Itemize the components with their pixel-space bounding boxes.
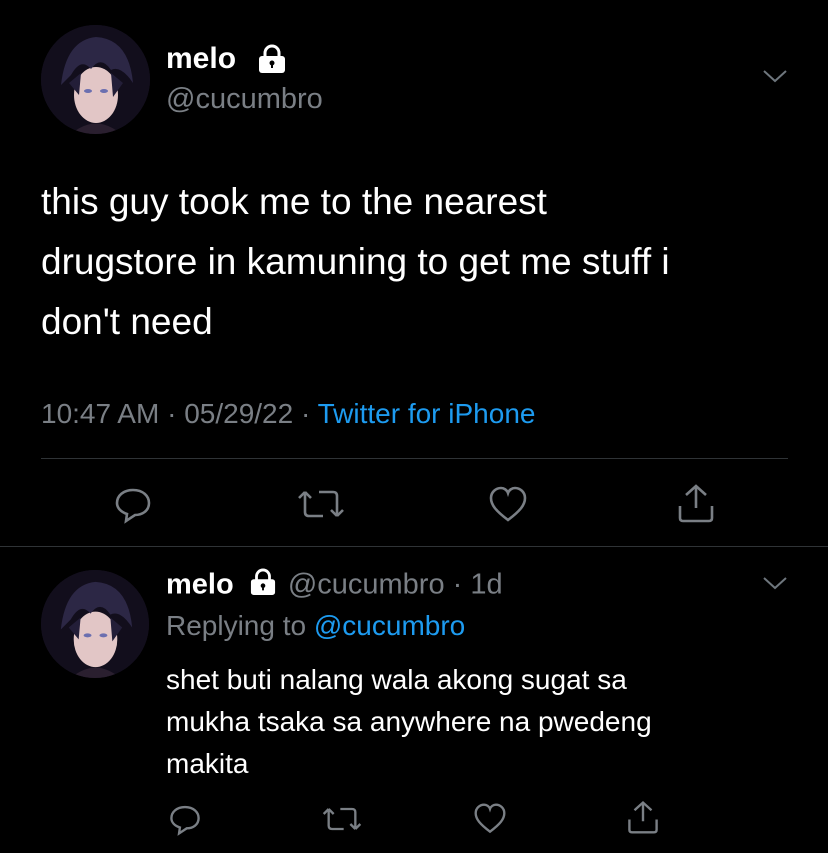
heart-icon[interactable] — [488, 486, 528, 524]
tweet-text-line: this guy took me to the nearest — [41, 181, 547, 222]
lock-icon — [258, 44, 286, 79]
reply-text-line: mukha tsaka sa anywhere na pwedeng — [166, 706, 652, 737]
replying-to-handle[interactable]: @cucumbro — [314, 610, 465, 641]
reply-text-line: makita — [166, 748, 249, 779]
reply-icon[interactable] — [168, 802, 202, 836]
tweet-date: 05/29/22 — [184, 398, 294, 429]
reply-header: melo @cucumbro · 1d — [166, 568, 503, 604]
reply-icon[interactable] — [113, 484, 153, 524]
meta-separator: · — [167, 398, 177, 429]
divider — [41, 458, 788, 459]
retweet-icon[interactable] — [322, 804, 362, 834]
tweet-source-link[interactable]: Twitter for iPhone — [318, 398, 536, 429]
tweet-time: 10:47 AM — [41, 398, 160, 429]
meta-separator: · — [452, 568, 463, 601]
tweet-separator — [0, 546, 828, 547]
reply-text-line: shet buti nalang wala akong sugat sa — [166, 664, 627, 695]
share-icon[interactable] — [676, 482, 716, 524]
avatar[interactable] — [41, 570, 149, 678]
author-handle[interactable]: @cucumbro — [288, 569, 445, 601]
replying-to: Replying to @cucumbro — [166, 610, 465, 642]
tweet-text-line: drugstore in kamuning to get me stuff i — [41, 241, 670, 282]
meta-separator: · — [300, 398, 311, 429]
tweet-text: this guy took me to the nearest drugstor… — [41, 172, 811, 352]
reply-text: shet buti nalang wala akong sugat sa muk… — [166, 659, 806, 785]
retweet-icon[interactable] — [297, 486, 345, 522]
heart-icon[interactable] — [473, 803, 507, 835]
tweet-text-line: don't need — [41, 301, 213, 342]
tweet-meta: 10:47 AM · 05/29/22 · Twitter for iPhone — [41, 398, 535, 430]
author-name[interactable]: melo — [166, 42, 236, 76]
replying-to-label: Replying to — [166, 610, 307, 641]
author-handle[interactable]: @cucumbro — [166, 83, 323, 116]
share-icon[interactable] — [626, 799, 660, 835]
tweet-age: 1d — [470, 568, 503, 601]
chevron-down-icon[interactable] — [762, 68, 788, 89]
avatar[interactable] — [41, 25, 150, 134]
chevron-down-icon[interactable] — [762, 575, 788, 596]
author-name[interactable]: melo — [166, 569, 234, 601]
lock-icon — [250, 568, 276, 604]
